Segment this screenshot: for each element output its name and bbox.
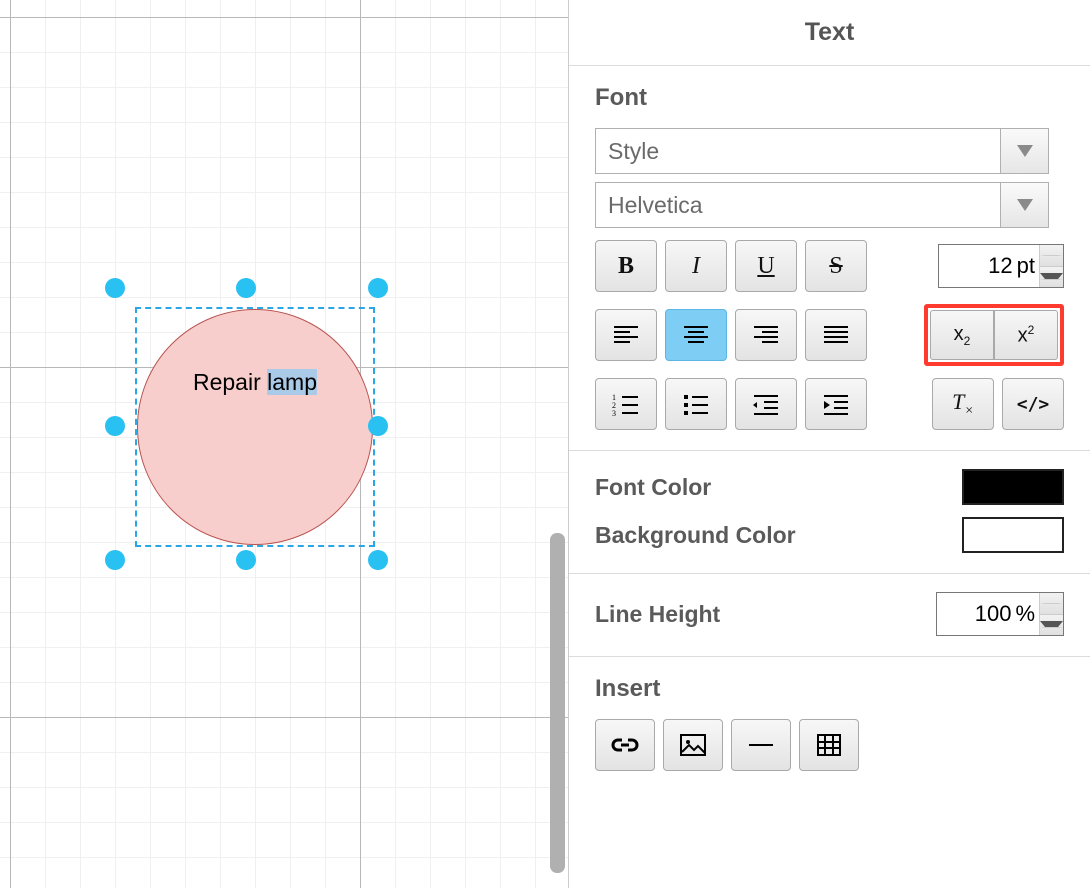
superscript-button[interactable]: x2 bbox=[994, 310, 1058, 360]
font-family-label: Helvetica bbox=[596, 192, 1000, 219]
align-justify-button[interactable] bbox=[805, 309, 867, 361]
font-family-select[interactable]: Helvetica bbox=[595, 182, 1049, 228]
insert-link-button[interactable] bbox=[595, 719, 655, 771]
resize-handle-s[interactable] bbox=[236, 550, 256, 570]
outdent-icon bbox=[752, 392, 780, 416]
subscript-button[interactable]: x2 bbox=[930, 310, 994, 360]
align-left-icon bbox=[612, 324, 640, 346]
font-section: Font Style Helvetica B I U S pt bbox=[569, 66, 1090, 451]
diagram-canvas[interactable]: Repair lamp bbox=[0, 0, 568, 888]
underline-button[interactable]: U bbox=[735, 240, 797, 292]
ellipse-shape[interactable] bbox=[137, 309, 373, 545]
properties-panel: Text Font Style Helvetica B I U S pt bbox=[568, 0, 1090, 888]
insert-heading: Insert bbox=[595, 675, 1064, 703]
resize-handle-n[interactable] bbox=[236, 278, 256, 298]
bullet-list-button[interactable] bbox=[665, 378, 727, 430]
sub-sup-highlight: x2 x2 bbox=[924, 304, 1064, 366]
resize-handle-e[interactable] bbox=[368, 416, 388, 436]
numbered-list-button[interactable]: 123 bbox=[595, 378, 657, 430]
align-justify-icon bbox=[822, 324, 850, 346]
canvas-scrollbar-thumb[interactable] bbox=[550, 533, 565, 873]
font-size-unit: pt bbox=[1017, 253, 1039, 279]
resize-handle-se[interactable] bbox=[368, 550, 388, 570]
line-height-label: Line Height bbox=[595, 601, 720, 628]
align-center-icon bbox=[682, 324, 710, 346]
align-right-icon bbox=[752, 324, 780, 346]
line-height-unit: % bbox=[1015, 601, 1039, 627]
hr-icon bbox=[747, 741, 775, 749]
font-style-select[interactable]: Style bbox=[595, 128, 1049, 174]
resize-handle-sw[interactable] bbox=[105, 550, 125, 570]
table-icon bbox=[817, 734, 841, 756]
insert-section: Insert bbox=[569, 657, 1090, 791]
html-button[interactable]: </> bbox=[1002, 378, 1064, 430]
align-right-button[interactable] bbox=[735, 309, 797, 361]
line-height-section: Line Height % bbox=[569, 574, 1090, 657]
bg-color-swatch[interactable] bbox=[962, 517, 1064, 553]
clear-format-button[interactable]: T× bbox=[932, 378, 994, 430]
resize-handle-ne[interactable] bbox=[368, 278, 388, 298]
font-color-label: Font Color bbox=[595, 474, 711, 501]
indent-icon bbox=[822, 392, 850, 416]
image-icon bbox=[680, 734, 706, 756]
panel-title: Text bbox=[569, 0, 1090, 66]
insert-hr-button[interactable] bbox=[731, 719, 791, 771]
chevron-down-icon bbox=[1000, 129, 1048, 173]
numbered-list-icon: 123 bbox=[612, 392, 640, 416]
line-height-value[interactable] bbox=[937, 593, 1015, 635]
svg-text:3: 3 bbox=[612, 409, 616, 416]
insert-table-button[interactable] bbox=[799, 719, 859, 771]
line-height-input[interactable]: % bbox=[936, 592, 1064, 636]
link-icon bbox=[610, 737, 640, 753]
font-style-placeholder: Style bbox=[596, 138, 1000, 165]
line-height-down[interactable] bbox=[1040, 615, 1063, 636]
line-height-up[interactable] bbox=[1040, 593, 1063, 615]
align-left-button[interactable] bbox=[595, 309, 657, 361]
font-size-down[interactable] bbox=[1040, 267, 1063, 288]
insert-image-button[interactable] bbox=[663, 719, 723, 771]
decrease-indent-button[interactable] bbox=[735, 378, 797, 430]
italic-button[interactable]: I bbox=[665, 240, 727, 292]
increase-indent-button[interactable] bbox=[805, 378, 867, 430]
chevron-down-icon bbox=[1000, 183, 1048, 227]
strikethrough-button[interactable]: S bbox=[805, 240, 867, 292]
bg-color-label: Background Color bbox=[595, 522, 796, 549]
color-section: Font Color Background Color bbox=[569, 451, 1090, 574]
font-size-up[interactable] bbox=[1040, 245, 1063, 267]
align-center-button[interactable] bbox=[665, 309, 727, 361]
resize-handle-nw[interactable] bbox=[105, 278, 125, 298]
font-size-input[interactable]: pt bbox=[938, 244, 1064, 288]
font-size-value[interactable] bbox=[939, 245, 1017, 287]
bold-button[interactable]: B bbox=[595, 240, 657, 292]
bullet-list-icon bbox=[682, 392, 710, 416]
font-color-swatch[interactable] bbox=[962, 469, 1064, 505]
resize-handle-w[interactable] bbox=[105, 416, 125, 436]
font-heading: Font bbox=[595, 84, 1064, 112]
